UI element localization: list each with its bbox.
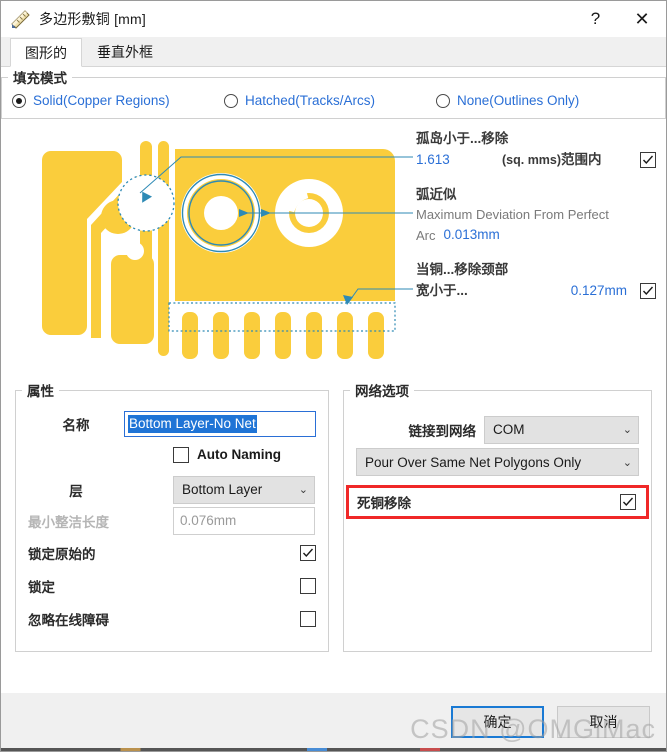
dialog-footer: 确定 取消 CSDN @OMGiMac — [1, 693, 666, 751]
title-bar: 多边形敷铜 [mm] ? ✕ — [1, 1, 666, 37]
radio-solid-label: Solid(Copper Regions) — [33, 93, 170, 108]
remove-dead-copper-highlight: 死铜移除 — [346, 485, 649, 519]
window-title-text: 多边形敷铜 — [39, 11, 110, 27]
chevron-down-icon: ⌄ — [622, 424, 632, 436]
remove-dead-copper-label: 死铜移除 — [357, 496, 411, 511]
layer-select[interactable]: Bottom Layer ⌄ — [173, 475, 315, 504]
radio-hatched-dot — [224, 93, 238, 108]
auto-naming-checkbox[interactable] — [173, 446, 189, 463]
radio-none-dot — [436, 93, 450, 108]
lock-primitives-checkbox[interactable] — [300, 544, 316, 561]
properties-title: 属性 — [27, 384, 54, 399]
callout-arc-row: Arc 0.013mm — [416, 224, 656, 246]
tab-bar: 图形的 垂直外框 — [1, 37, 666, 67]
polygon-pour-dialog: 多边形敷铜 [mm] ? ✕ 图形的 垂直外框 填充模式 Solid(Coppe… — [0, 0, 667, 752]
chevron-down-icon: ⌄ — [298, 484, 308, 496]
ok-button[interactable]: 确定 — [451, 706, 544, 738]
properties-group: 属性 名称 Bottom Layer-No Net Auto Naming 层 … — [15, 380, 329, 652]
net-options-grid: 链接到网络 COM ⌄ Pour Over Same Net Polygons … — [344, 400, 651, 519]
callout-island: 孤岛小于...移除 1.613 (sq. mms) 范围内 — [416, 129, 656, 171]
arc-deviation-value[interactable]: 0.013mm — [444, 224, 500, 246]
radio-solid-dot — [12, 93, 26, 108]
remove-dead-copper-checkbox[interactable] — [620, 494, 636, 510]
net-options-group: 网络选项 链接到网络 COM ⌄ Pour Over Same Net Poly… — [343, 380, 652, 652]
callout-neck-row: 宽小于... 0.127mm — [416, 280, 656, 302]
row-pour-mode: Pour Over Same Net Polygons Only ⌄ — [356, 445, 639, 479]
radio-hatched[interactable]: Hatched(Tracks/Arcs) — [224, 93, 436, 108]
window-title-unit: [mm] — [114, 11, 146, 27]
callout-panel: 孤岛小于...移除 1.613 (sq. mms) 范围内 弧近似 Maximu… — [416, 129, 656, 302]
callout-arc-desc2: Arc — [416, 227, 436, 243]
pcb-copper-preview — [42, 141, 413, 359]
tab-vertical-outline[interactable]: 垂直外框 — [82, 37, 168, 66]
row-min-prim: 最小整洁长度 0.076mm — [28, 505, 316, 536]
locked-label: 锁定 — [28, 579, 55, 595]
neck-checkbox[interactable] — [640, 283, 656, 299]
lock-primitives-label: 锁定原始的 — [28, 546, 96, 562]
radio-none-label: None(Outlines Only) — [457, 93, 580, 108]
radio-hatched-label: Hatched(Tracks/Arcs) — [245, 93, 376, 108]
connect-net-label: 链接到网络 — [408, 423, 477, 439]
properties-grid: 名称 Bottom Layer-No Net Auto Naming 层 Bot… — [16, 400, 328, 635]
row-layer: 层 Bottom Layer ⌄ — [28, 474, 316, 505]
auto-naming-control[interactable]: Auto Naming — [173, 446, 281, 463]
min-prim-input: 0.076mm — [173, 506, 315, 535]
row-lock-primitives: 锁定原始的 — [28, 536, 316, 569]
callout-arc-desc1: Maximum Deviation From Perfect — [416, 207, 609, 222]
close-button[interactable]: ✕ — [618, 1, 666, 37]
lower-panels: 属性 名称 Bottom Layer-No Net Auto Naming 层 … — [1, 380, 666, 652]
ignore-obstacles-label: 忽略在线障碍 — [28, 612, 109, 628]
connect-net-select[interactable]: COM ⌄ — [484, 415, 639, 444]
row-connect-net: 链接到网络 COM ⌄ — [356, 414, 639, 445]
auto-naming-label: Auto Naming — [197, 447, 281, 462]
callout-neck-title: 当铜...移除颈部 — [416, 262, 509, 277]
pour-mode-select[interactable]: Pour Over Same Net Polygons Only ⌄ — [356, 448, 639, 476]
island-checkbox[interactable] — [640, 152, 656, 168]
cancel-button[interactable]: 取消 — [557, 706, 650, 738]
row-locked: 锁定 — [28, 569, 316, 602]
radio-solid[interactable]: Solid(Copper Regions) — [12, 93, 224, 108]
island-area-unit: (sq. mms) — [502, 153, 562, 167]
tab-graphical[interactable]: 图形的 — [10, 38, 82, 67]
name-input[interactable]: Bottom Layer-No Net — [124, 410, 316, 437]
fill-mode-title: 填充模式 — [13, 71, 67, 86]
min-prim-label: 最小整洁长度 — [28, 514, 109, 530]
chevron-down-icon: ⌄ — [622, 456, 632, 469]
row-name: 名称 Bottom Layer-No Net — [28, 408, 316, 439]
layer-select-value: Bottom Layer — [182, 482, 263, 497]
pour-mode-value: Pour Over Same Net Polygons Only — [365, 454, 582, 470]
name-label: 名称 — [62, 417, 90, 433]
callout-neck: 当铜...移除颈部 宽小于... 0.127mm — [416, 260, 656, 302]
island-area-suffix: 范围内 — [561, 152, 602, 167]
fill-mode-radios: Solid(Copper Regions) Hatched(Tracks/Arc… — [2, 87, 665, 108]
help-button[interactable]: ? — [573, 1, 618, 37]
preview-area: 孤岛小于...移除 1.613 (sq. mms) 范围内 弧近似 Maximu… — [1, 121, 666, 376]
layer-label: 层 — [69, 483, 83, 499]
fill-mode-group: 填充模式 Solid(Copper Regions) Hatched(Track… — [1, 67, 666, 119]
window-controls: ? ✕ — [573, 1, 666, 37]
window-title: 多边形敷铜 [mm] — [39, 9, 146, 29]
callout-neck-label: 宽小于... — [416, 283, 468, 298]
callout-island-title: 孤岛小于...移除 — [416, 131, 509, 146]
ruler-triangle-icon — [10, 8, 32, 30]
callout-arc-title: 弧近似 — [416, 187, 457, 202]
taskbar-edge-strip — [1, 748, 666, 751]
name-input-value: Bottom Layer-No Net — [128, 414, 257, 433]
radio-none[interactable]: None(Outlines Only) — [436, 93, 579, 108]
row-ignore-obstacles: 忽略在线障碍 — [28, 602, 316, 635]
connect-net-value: COM — [493, 422, 525, 437]
row-auto-naming: Auto Naming — [28, 439, 316, 470]
island-area-value[interactable]: 1.613 — [416, 149, 502, 171]
locked-checkbox[interactable] — [300, 577, 316, 594]
callout-arc: 弧近似 Maximum Deviation From Perfect Arc 0… — [416, 185, 656, 246]
neck-width-value[interactable]: 0.127mm — [571, 280, 627, 302]
net-options-title: 网络选项 — [355, 384, 409, 399]
ignore-obstacles-checkbox[interactable] — [300, 610, 316, 627]
dialog-body: 填充模式 Solid(Copper Regions) Hatched(Track… — [1, 67, 666, 693]
callout-island-row: 1.613 (sq. mms) 范围内 — [416, 149, 656, 171]
